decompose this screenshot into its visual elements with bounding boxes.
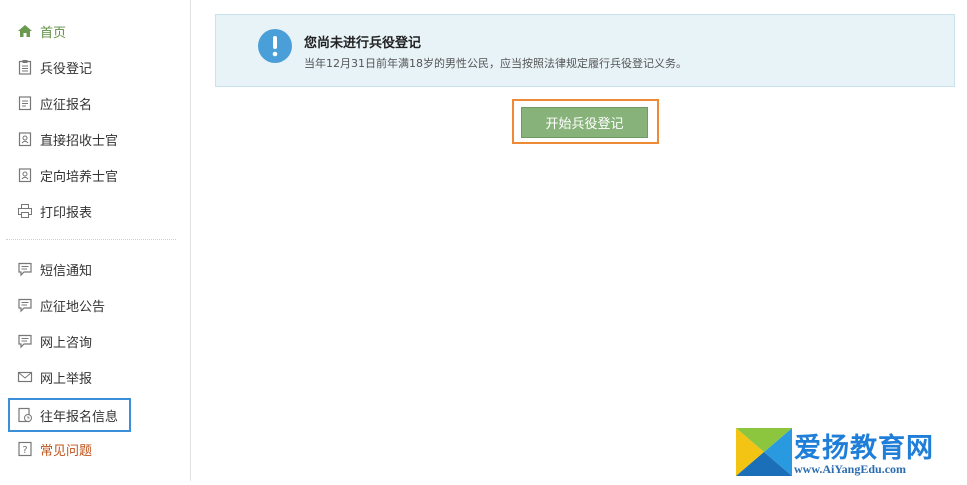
sidebar-item-label: 应征报名	[40, 97, 93, 113]
sidebar-item-label: 网上举报	[40, 371, 93, 387]
info-icon	[258, 29, 292, 63]
question-icon: ?	[16, 440, 34, 458]
home-icon	[16, 22, 34, 40]
message-icon	[16, 296, 34, 314]
sidebar-item-consult[interactable]: 网上咨询	[8, 326, 182, 356]
sidebar-item-label: 应征地公告	[40, 299, 106, 315]
sidebar-item-print[interactable]: 打印报表	[8, 196, 182, 226]
message-icon	[16, 260, 34, 278]
document-icon	[16, 94, 34, 112]
notice-title: 您尚未进行兵役登记	[304, 36, 422, 51]
sidebar-item-home[interactable]: 首页	[8, 16, 182, 46]
sidebar-item-label: 常见问题	[40, 443, 93, 459]
sidebar-item-enlistment[interactable]: 应征报名	[8, 88, 182, 118]
sidebar-item-label: 网上咨询	[40, 335, 93, 351]
sidebar-item-direct-nco[interactable]: 直接招收士官	[8, 124, 182, 154]
sidebar-item-registration[interactable]: 兵役登记	[8, 52, 182, 82]
watermark-text: 爱扬教育网	[794, 433, 934, 464]
watermark-logo-icon	[736, 428, 792, 476]
sidebar: 首页 兵役登记 应征报名 直接招收士官 定向培养士官 打印报表 短信通知 应征地…	[0, 0, 191, 481]
watermark-url: www.AiYangEdu.com	[794, 462, 907, 476]
svg-text:?: ?	[22, 445, 27, 456]
start-registration-button[interactable]: 开始兵役登记	[521, 107, 648, 138]
sidebar-item-report[interactable]: 网上举报	[8, 362, 182, 392]
sidebar-item-label: 直接招收士官	[40, 133, 119, 149]
sidebar-item-faq[interactable]: ? 常见问题	[8, 434, 182, 464]
sidebar-item-sms[interactable]: 短信通知	[8, 254, 182, 284]
id-card-icon	[16, 130, 34, 148]
sidebar-item-label: 打印报表	[40, 205, 93, 221]
watermark-logo: 爱扬教育网 www.AiYangEdu.com	[734, 424, 964, 481]
sidebar-item-announcement[interactable]: 应征地公告	[8, 290, 182, 320]
mail-icon	[16, 368, 34, 386]
sidebar-divider	[6, 239, 176, 240]
sidebar-item-label: 短信通知	[40, 263, 93, 279]
notice-banner: 您尚未进行兵役登记 当年12月31日前年满18岁的男性公民，应当按照法律规定履行…	[215, 14, 955, 87]
sidebar-item-label: 定向培养士官	[40, 169, 119, 185]
sidebar-item-label: 首页	[40, 25, 67, 41]
sidebar-item-directed-nco[interactable]: 定向培养士官	[8, 160, 182, 190]
printer-icon	[16, 202, 34, 220]
notice-description: 当年12月31日前年满18岁的男性公民，应当按照法律规定履行兵役登记义务。	[304, 57, 687, 70]
sidebar-item-label: 兵役登记	[40, 61, 93, 77]
clipboard-icon	[16, 58, 34, 76]
highlight-box-history	[8, 398, 131, 432]
message-icon	[16, 332, 34, 350]
id-card-icon	[16, 166, 34, 184]
